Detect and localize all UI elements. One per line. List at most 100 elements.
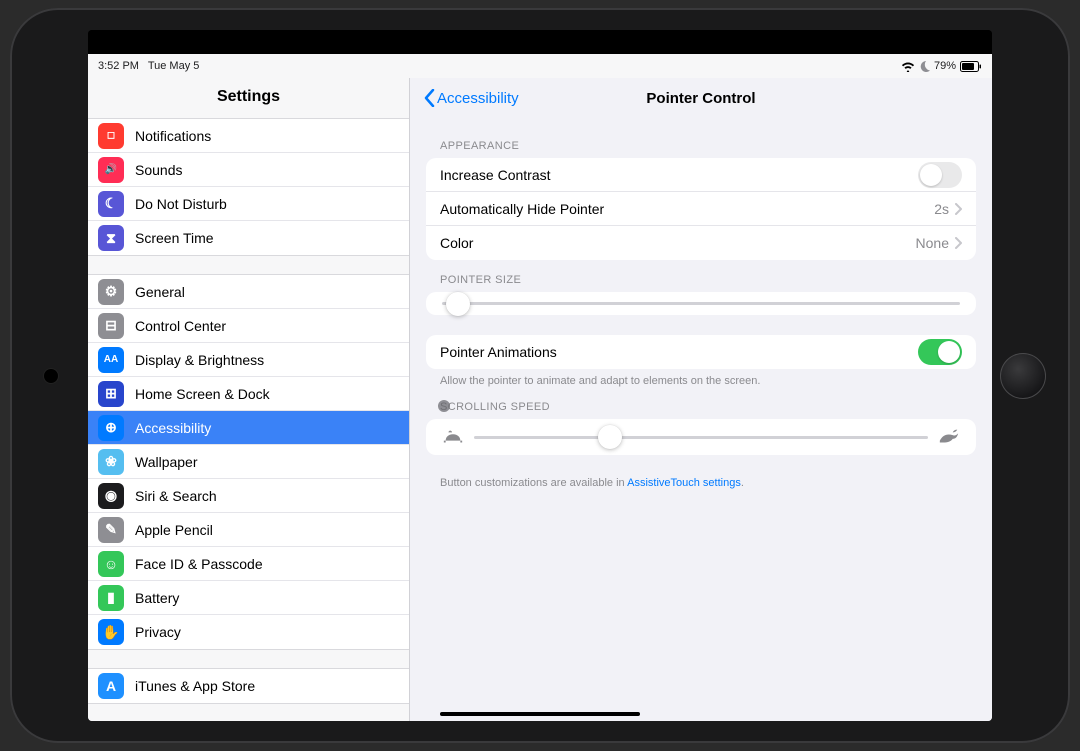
slider-track-size[interactable] (442, 302, 960, 305)
screen: 3:52 PM Tue May 5 79% Settings ◻︎ Notific… (88, 30, 992, 721)
label-increase-contrast: Increase Contrast (440, 167, 551, 183)
chevron-right-icon (955, 203, 962, 215)
sidebar-item-dnd[interactable]: ☾ Do Not Disturb (88, 187, 409, 221)
status-bar: 3:52 PM Tue May 5 79% (88, 54, 992, 78)
home-dock-icon: ⊞ (98, 381, 124, 407)
slider-thumb[interactable] (598, 425, 622, 449)
sidebar-item-label: Privacy (135, 624, 181, 640)
section-header-scroll: SCROLLING SPEED (440, 401, 976, 413)
accessibility-icon: ⊕ (98, 415, 124, 441)
sidebar-item-label: Sounds (135, 162, 182, 178)
back-label: Accessibility (437, 90, 519, 107)
sidebar-item-itunes[interactable]: AiTunes & App Store (88, 669, 409, 703)
footer-text: Button customizations are available in (440, 477, 627, 489)
sidebar-item-accessibility[interactable]: ⊕ Accessibility (88, 411, 409, 445)
assistive-touch-link[interactable]: AssistiveTouch settings (627, 477, 741, 489)
sidebar-item-screentime[interactable]: ⧗ Screen Time (88, 221, 409, 255)
back-button[interactable]: Accessibility (424, 89, 519, 107)
sidebar-item-sounds[interactable]: 🔊 Sounds (88, 153, 409, 187)
section-header-size: POINTER SIZE (440, 274, 976, 286)
wifi-icon (901, 61, 915, 72)
privacy-icon: ✋ (98, 619, 124, 645)
pencil-icon: ✎ (98, 517, 124, 543)
animations-footnote: Allow the pointer to animate and adapt t… (440, 375, 976, 387)
label-auto-hide: Automatically Hide Pointer (440, 201, 604, 217)
nav-bar: Accessibility Pointer Control (410, 78, 992, 118)
ios-content: 3:52 PM Tue May 5 79% Settings ◻︎ Notific… (88, 54, 992, 721)
sidebar-item-label: Siri & Search (135, 488, 217, 504)
chevron-left-icon (424, 89, 435, 107)
slider-thumb[interactable] (446, 292, 470, 316)
sidebar-item-label: Wallpaper (135, 454, 198, 470)
moon-icon (919, 61, 930, 72)
sidebar-item-label: Home Screen & Dock (135, 386, 270, 402)
sidebar-title: Settings (88, 78, 409, 118)
sidebar-item-battery[interactable]: ▮ Battery (88, 581, 409, 615)
sidebar-item-notifications[interactable]: ◻︎ Notifications (88, 119, 409, 153)
toggle-pointer-animations[interactable] (918, 339, 962, 365)
sidebar-item-label: General (135, 284, 185, 300)
wallpaper-icon: ❀ (98, 449, 124, 475)
sidebar-item-label: iTunes & App Store (135, 678, 255, 694)
sidebar-item-control-center[interactable]: ⊟ Control Center (88, 309, 409, 343)
sidebar-item-label: Display & Brightness (135, 352, 264, 368)
animations-card: Pointer Animations (426, 335, 976, 369)
row-auto-hide[interactable]: Automatically Hide Pointer 2s (426, 192, 976, 226)
home-button[interactable] (1000, 353, 1046, 399)
label-color: Color (440, 235, 473, 251)
value-auto-hide: 2s (934, 201, 949, 217)
value-color: None (916, 235, 949, 251)
sounds-icon: 🔊 (98, 157, 124, 183)
sidebar-item-privacy[interactable]: ✋ Privacy (88, 615, 409, 649)
sidebar-item-siri[interactable]: ◉ Siri & Search (88, 479, 409, 513)
label-pointer-animations: Pointer Animations (440, 344, 557, 360)
row-color[interactable]: Color None (426, 226, 976, 260)
battery-pct: 79% (934, 60, 956, 72)
sidebar-item-label: Accessibility (135, 420, 211, 436)
sidebar-item-label: Screen Time (135, 230, 214, 246)
sidebar-item-label: Apple Pencil (135, 522, 213, 538)
sidebar-item-pencil[interactable]: ✎ Apple Pencil (88, 513, 409, 547)
sidebar-item-faceid[interactable]: ☺ Face ID & Passcode (88, 547, 409, 581)
section-header-appearance: APPEARANCE (440, 140, 976, 152)
footer-note: Button customizations are available in A… (440, 477, 976, 489)
sidebar-item-label: Face ID & Passcode (135, 556, 263, 572)
control-center-icon: ⊟ (98, 313, 124, 339)
hare-icon (938, 429, 960, 445)
pointer-cursor-icon (438, 400, 450, 412)
faceid-icon: ☺ (98, 551, 124, 577)
home-indicator[interactable] (440, 712, 640, 716)
sidebar-item-label: Control Center (135, 318, 226, 334)
display-icon: AA (98, 347, 124, 373)
toggle-increase-contrast[interactable] (918, 162, 962, 188)
general-icon: ⚙ (98, 279, 124, 305)
sidebar-item-display[interactable]: AA Display & Brightness (88, 343, 409, 377)
detail-pane: Accessibility Pointer Control APPEARANCE… (410, 78, 992, 721)
appearance-card: Increase Contrast Automatically Hide Poi… (426, 158, 976, 260)
pointer-size-slider[interactable] (426, 292, 976, 315)
status-time: 3:52 PM (98, 60, 139, 72)
ipad-bezel: 3:52 PM Tue May 5 79% Settings ◻︎ Notific… (10, 8, 1070, 743)
siri-icon: ◉ (98, 483, 124, 509)
notifications-icon: ◻︎ (98, 123, 124, 149)
settings-sidebar[interactable]: Settings ◻︎ Notifications 🔊 Sounds ☾ Do Not D… (88, 78, 410, 721)
sidebar-item-wallpaper[interactable]: ❀ Wallpaper (88, 445, 409, 479)
page-title: Pointer Control (646, 90, 755, 107)
scrolling-speed-slider[interactable] (426, 419, 976, 455)
sidebar-item-general[interactable]: ⚙ General (88, 275, 409, 309)
battery-icon: ▮ (98, 585, 124, 611)
screentime-icon: ⧗ (98, 225, 124, 251)
letterbox-top (88, 30, 992, 54)
sidebar-item-home-dock[interactable]: ⊞ Home Screen & Dock (88, 377, 409, 411)
chevron-right-icon (955, 237, 962, 249)
row-pointer-animations[interactable]: Pointer Animations (426, 335, 976, 369)
slider-track-scroll[interactable] (474, 436, 928, 439)
sidebar-item-label: Do Not Disturb (135, 196, 227, 212)
sidebar-item-label: Notifications (135, 128, 211, 144)
dnd-icon: ☾ (98, 191, 124, 217)
tortoise-icon (442, 429, 464, 445)
sidebar-item-label: Battery (135, 590, 179, 606)
status-date: Tue May 5 (148, 60, 200, 72)
battery-icon (960, 61, 982, 72)
row-increase-contrast[interactable]: Increase Contrast (426, 158, 976, 192)
